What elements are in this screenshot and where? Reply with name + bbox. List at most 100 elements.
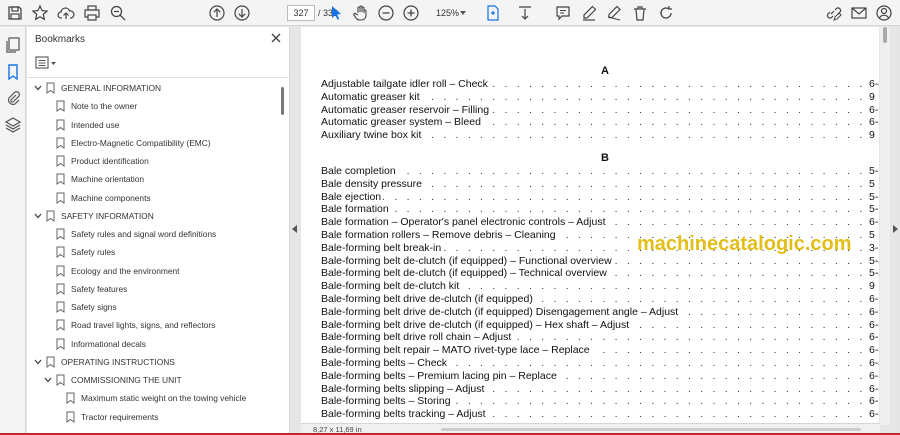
index-entry-text: Automatic greaser reservoir – Filling: [321, 103, 492, 116]
horizontal-scrollbar[interactable]: [441, 428, 861, 431]
index-entry[interactable]: . . . . . . . . . . . . . . . . . . . . …: [321, 190, 879, 204]
delete-icon[interactable]: [631, 4, 649, 22]
email-icon[interactable]: [850, 4, 868, 22]
chevron-down-icon[interactable]: [33, 83, 43, 93]
sign-icon[interactable]: [605, 4, 623, 22]
bookmark-flag-icon: [46, 356, 55, 368]
link-edit-icon[interactable]: [824, 4, 842, 22]
bookmark-item[interactable]: COMMISSIONING THE UNIT: [43, 371, 182, 389]
bookmarks-icon[interactable]: [4, 63, 22, 81]
index-entry[interactable]: . . . . . . . . . . . . . . . . . . . . …: [321, 408, 879, 422]
index-entry[interactable]: . . . . . . . . . . . . . . . . . . . . …: [321, 78, 879, 91]
chevron-down-icon[interactable]: [33, 211, 43, 221]
zoom-in-icon[interactable]: [402, 4, 420, 22]
index-entry[interactable]: . . . . . . . . . . . . . . . . . . . . …: [321, 216, 879, 230]
bookmark-item[interactable]: Maximum static weight on the towing vehi…: [66, 389, 246, 407]
index-entry[interactable]: . . . . . . . . . . . . . . . . . . . . …: [321, 395, 879, 409]
index-entry[interactable]: . . . . . . . . . . . . . . . . . . . . …: [321, 90, 879, 104]
bookmark-item[interactable]: Machine orientation: [56, 170, 144, 188]
bookmark-star-icon[interactable]: [31, 4, 49, 22]
bookmark-flag-icon: [66, 411, 75, 423]
bookmark-item[interactable]: GENERAL INFORMATION: [33, 79, 161, 97]
index-entry[interactable]: . . . . . . . . . . . . . . . . . . . . …: [321, 203, 879, 217]
attachment-icon[interactable]: [4, 89, 22, 107]
rotate-icon[interactable]: [657, 4, 675, 22]
chevron-down-icon: [460, 11, 466, 15]
chevron-down-icon[interactable]: [33, 357, 43, 367]
bookmark-item[interactable]: Intended use: [56, 116, 119, 134]
index-entry-text: Bale-forming belts tracking – Adjust: [321, 408, 488, 421]
account-icon[interactable]: [875, 4, 893, 22]
index-entry[interactable]: . . . . . . . . . . . . . . . . . . . . …: [321, 344, 879, 358]
index-entry[interactable]: . . . . . . . . . . . . . . . . . . . . …: [321, 116, 879, 130]
scroll-mode-icon[interactable]: [516, 4, 534, 22]
bookmark-item[interactable]: Safety rules and signal word definitions: [56, 225, 216, 243]
index-entry[interactable]: . . . . . . . . . . . . . . . . . . . . …: [321, 177, 879, 191]
bookmark-item[interactable]: Machine components: [56, 189, 151, 207]
select-cursor-icon[interactable]: [327, 4, 345, 22]
index-entry[interactable]: . . . . . . . . . . . . . . . . . . . . …: [321, 293, 879, 306]
document-scrollbar[interactable]: [880, 27, 890, 425]
scroll-thumb[interactable]: [883, 27, 887, 43]
bookmark-item[interactable]: Road travel lights, signs, and reflector…: [56, 316, 215, 334]
bookmark-item[interactable]: Safety rules: [56, 243, 115, 261]
zoom-level-select[interactable]: 125%: [428, 5, 468, 21]
bookmark-flag-icon: [56, 319, 65, 332]
collapse-panel-icon[interactable]: [292, 225, 297, 233]
zoom-search-icon[interactable]: [109, 4, 127, 22]
bookmark-item[interactable]: SAFETY INFORMATION: [33, 207, 154, 225]
bookmark-label: Ecology and the environment: [71, 265, 180, 276]
bookmark-item[interactable]: Safety signs: [56, 298, 117, 316]
comment-icon[interactable]: [554, 4, 572, 22]
index-entry[interactable]: . . . . . . . . . . . . . . . . . . . . …: [321, 331, 879, 345]
index-entry-page: 6-8: [867, 408, 879, 422]
index-entry[interactable]: . . . . . . . . . . . . . . . . . . . . …: [321, 357, 879, 370]
index-entry-text: Bale-forming belt drive de-clutch (if eq…: [321, 293, 535, 305]
expand-right-pane-icon[interactable]: [893, 225, 898, 233]
zoom-out-icon[interactable]: [377, 4, 395, 22]
bookmark-item[interactable]: Tractor requirements: [66, 408, 158, 426]
index-entry[interactable]: . . . . . . . . . . . . . . . . . . . . …: [321, 305, 879, 319]
index-entry[interactable]: . . . . . . . . . . . . . . . . . . . . …: [321, 280, 879, 294]
page-number-input[interactable]: 327: [287, 5, 315, 21]
bookmark-flag-icon: [56, 137, 65, 149]
chevron-down-icon[interactable]: [43, 375, 53, 385]
bookmark-item[interactable]: Note to the owner: [56, 97, 137, 115]
bookmark-item[interactable]: Ecology and the environment: [56, 262, 179, 280]
bookmark-item[interactable]: Safety features: [56, 280, 127, 298]
index-entry[interactable]: . . . . . . . . . . . . . . . . . . . . …: [321, 165, 879, 178]
bookmark-item[interactable]: OPERATING INSTRUCTIONS: [33, 353, 175, 371]
index-entry[interactable]: . . . . . . . . . . . . . . . . . . . . …: [321, 267, 879, 281]
hand-tool-icon[interactable]: [352, 4, 370, 22]
bookmark-label: Maximum static weight on the towing vehi…: [81, 393, 247, 404]
index-section-a: A: [601, 65, 609, 77]
save-icon[interactable]: [6, 4, 24, 22]
index-entry[interactable]: . . . . . . . . . . . . . . . . . . . . …: [321, 382, 879, 396]
index-entry[interactable]: . . . . . . . . . . . . . . . . . . . . …: [321, 103, 879, 117]
bookmark-options-button[interactable]: [35, 55, 59, 71]
bookmark-label: Machine orientation: [71, 174, 145, 185]
bookmark-item[interactable]: Product identification: [56, 152, 149, 170]
index-entry-text: Bale formation – Operator's panel electr…: [321, 216, 608, 229]
cloud-upload-icon[interactable]: [57, 4, 75, 22]
bookmark-label: Note to the owner: [71, 101, 138, 112]
index-entry[interactable]: . . . . . . . . . . . . . . . . . . . . …: [321, 129, 879, 143]
previous-page-icon[interactable]: [208, 4, 226, 22]
bookmark-label: Safety rules: [71, 247, 116, 258]
bookmark-label: Safety signs: [71, 302, 117, 312]
bookmark-scrollbar[interactable]: [281, 87, 284, 115]
index-entry[interactable]: . . . . . . . . . . . . . . . . . . . . …: [321, 254, 879, 268]
next-page-icon[interactable]: [233, 4, 251, 22]
page-thumbnails-icon[interactable]: [4, 36, 22, 54]
index-entry[interactable]: . . . . . . . . . . . . . . . . . . . . …: [321, 318, 879, 332]
bookmark-flag-icon: [56, 119, 65, 131]
pen-icon[interactable]: [580, 4, 598, 22]
close-icon[interactable]: [269, 31, 283, 45]
bookmark-item[interactable]: Informational decals: [56, 335, 146, 353]
bookmark-item[interactable]: Electro-Magnetic Compatibility (EMC): [56, 134, 211, 152]
layers-icon[interactable]: [4, 116, 22, 134]
index-entry[interactable]: . . . . . . . . . . . . . . . . . . . . …: [321, 369, 879, 383]
print-icon[interactable]: [83, 4, 101, 22]
page-fit-icon[interactable]: [484, 4, 502, 22]
index-entry-page: 6-6: [867, 103, 879, 117]
